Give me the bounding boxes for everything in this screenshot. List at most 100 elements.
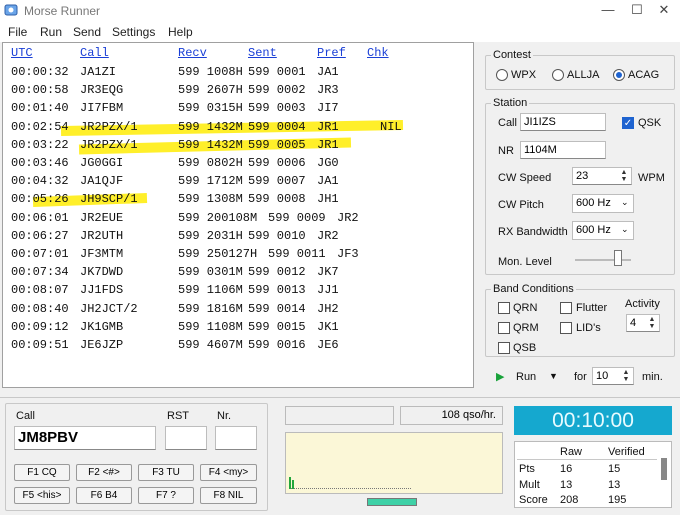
- contest-allja-label[interactable]: ALLJA: [567, 69, 599, 81]
- log-cell-pref: JR2: [337, 210, 359, 225]
- contest-acag-label[interactable]: ACAG: [628, 69, 659, 81]
- flutter-checkbox[interactable]: [560, 302, 572, 314]
- entry-rst-input[interactable]: [165, 426, 207, 450]
- qrn-checkbox[interactable]: [498, 302, 510, 314]
- entry-call-input[interactable]: JM8PBV: [14, 426, 156, 450]
- qrm-label[interactable]: QRM: [513, 322, 539, 334]
- run-for-label: for: [574, 371, 587, 383]
- contest-acag-radio[interactable]: [613, 69, 625, 81]
- f6-b4-button[interactable]: F6 B4: [76, 487, 132, 504]
- cw-speed-spinner-icon[interactable]: ▲ ▼: [619, 169, 629, 183]
- log-cell-sent: 599 0010: [248, 228, 306, 243]
- run-play-icon[interactable]: ▶: [496, 370, 504, 383]
- log-cell-sent: 599 0004: [248, 119, 306, 134]
- log-cell-call: JG0GGI: [80, 156, 124, 170]
- log-cell-pref: JR1: [317, 137, 339, 152]
- maximize-icon[interactable]: ☐: [627, 2, 647, 18]
- qrm-checkbox[interactable]: [498, 322, 510, 334]
- log-cell-utc: 00:00:32: [11, 65, 69, 79]
- col-recv[interactable]: Recv: [178, 46, 207, 60]
- f3-tu-button[interactable]: F3 TU: [138, 464, 194, 481]
- run-minutes-spinner-icon[interactable]: ▲ ▼: [621, 369, 631, 383]
- f7-query-button[interactable]: F7 ?: [138, 487, 194, 504]
- log-cell-chk: NIL: [380, 119, 402, 134]
- log-cell-call: JA1ZI: [80, 65, 117, 79]
- cw-pitch-label: CW Pitch: [498, 199, 544, 211]
- log-cell-pref: JH2: [317, 301, 339, 316]
- menu-run[interactable]: Run: [40, 25, 62, 39]
- log-cell-recv: 599 0301M: [178, 265, 243, 280]
- station-nr-input[interactable]: 1104M: [520, 141, 606, 159]
- col-utc[interactable]: UTC: [11, 46, 33, 60]
- chevron-down-icon[interactable]: ⌄: [621, 197, 629, 208]
- log-cell-call: JI7FBM: [80, 101, 124, 116]
- lids-label[interactable]: LID's: [576, 322, 601, 334]
- log-cell-sent: 599 0003: [248, 101, 306, 116]
- run-button[interactable]: Run: [516, 371, 536, 383]
- cw-speed-unit: WPM: [638, 172, 665, 184]
- log-cell-recv: 599 2607H: [178, 83, 243, 98]
- log-cell-pref: JH1: [317, 192, 339, 207]
- scope-signal-bar: [292, 480, 294, 489]
- menu-send[interactable]: Send: [73, 25, 101, 39]
- log-cell-pref: JG0: [317, 156, 339, 170]
- qrn-label[interactable]: QRN: [513, 302, 537, 314]
- f1-cq-button[interactable]: F1 CQ: [14, 464, 70, 481]
- score-raw-value: 13: [560, 479, 573, 491]
- col-sent[interactable]: Sent: [248, 46, 277, 60]
- score-row-label: Pts: [519, 463, 535, 475]
- contest-allja-radio[interactable]: [552, 69, 564, 81]
- log-cell-sent: 599 0009: [268, 210, 326, 225]
- entry-nr-label: Nr.: [217, 410, 232, 422]
- score-divider: [517, 459, 657, 460]
- flutter-label[interactable]: Flutter: [576, 302, 607, 314]
- log-cell-recv: 599 1432M: [178, 119, 243, 134]
- contest-wpx-label[interactable]: WPX: [511, 69, 536, 81]
- entry-nr-input[interactable]: [215, 426, 257, 450]
- f2-nr-button[interactable]: F2 <#>: [76, 464, 132, 481]
- col-chk[interactable]: Chk: [367, 46, 389, 60]
- station-call-input[interactable]: JI1IZS: [520, 113, 606, 131]
- log-cell-recv: 599 2031H: [178, 228, 243, 243]
- band-conditions-label: Band Conditions: [491, 283, 576, 295]
- f4-my-button[interactable]: F4 <my>: [200, 464, 257, 481]
- log-cell-pref: JI7: [317, 101, 339, 116]
- log-cell-call: JH2JCT/2: [80, 301, 138, 316]
- log-cell-recv: 599 0802H: [178, 156, 243, 170]
- run-dropdown-icon[interactable]: ▼: [549, 371, 558, 381]
- qsk-checkbox[interactable]: ✓: [622, 117, 634, 129]
- activity-spinner-icon[interactable]: ▲ ▼: [647, 316, 657, 330]
- log-cell-pref: JK7: [317, 265, 339, 280]
- log-cell-sent: 599 0008: [248, 192, 306, 207]
- score-table: Raw Verified Pts 16 15 Mult 13 13 Score …: [514, 441, 672, 508]
- log-cell-sent: 599 0013: [248, 283, 306, 298]
- mon-level-slider[interactable]: [614, 250, 622, 266]
- chevron-down-icon[interactable]: ⌄: [621, 224, 629, 235]
- f8-nil-button[interactable]: F8 NIL: [200, 487, 257, 504]
- close-icon[interactable]: ✕: [654, 2, 674, 18]
- menu-file[interactable]: File: [8, 25, 27, 39]
- clock-display: 00:10:00: [514, 406, 672, 435]
- divider: [0, 397, 680, 398]
- log-cell-pref: JR2: [317, 228, 339, 243]
- qso-log[interactable]: UTC Call Recv Sent Pref Chk 00:00:32 JA1Z…: [2, 42, 474, 388]
- log-cell-utc: 00:05:26: [11, 192, 69, 207]
- menu-help[interactable]: Help: [168, 25, 193, 39]
- lids-checkbox[interactable]: [560, 322, 572, 334]
- log-cell-call: JH9SCP/1: [80, 192, 138, 207]
- log-cell-utc: 00:03:46: [11, 156, 69, 170]
- qsk-label[interactable]: QSK: [638, 117, 661, 129]
- menu-settings[interactable]: Settings: [112, 25, 155, 39]
- log-cell-recv: 599 1106M: [178, 283, 243, 298]
- contest-wpx-radio[interactable]: [496, 69, 508, 81]
- rate-display: 108 qso/hr.: [400, 406, 503, 425]
- minimize-icon[interactable]: —: [598, 2, 618, 18]
- log-cell-pref: JJ1: [317, 283, 339, 298]
- score-scrollbar[interactable]: [661, 458, 667, 480]
- col-pref[interactable]: Pref: [317, 46, 346, 60]
- col-call[interactable]: Call: [80, 46, 109, 60]
- f5-his-button[interactable]: F5 <his>: [14, 487, 70, 504]
- qsb-checkbox[interactable]: [498, 342, 510, 354]
- scope-scroll-thumb[interactable]: [367, 498, 417, 506]
- qsb-label[interactable]: QSB: [513, 342, 536, 354]
